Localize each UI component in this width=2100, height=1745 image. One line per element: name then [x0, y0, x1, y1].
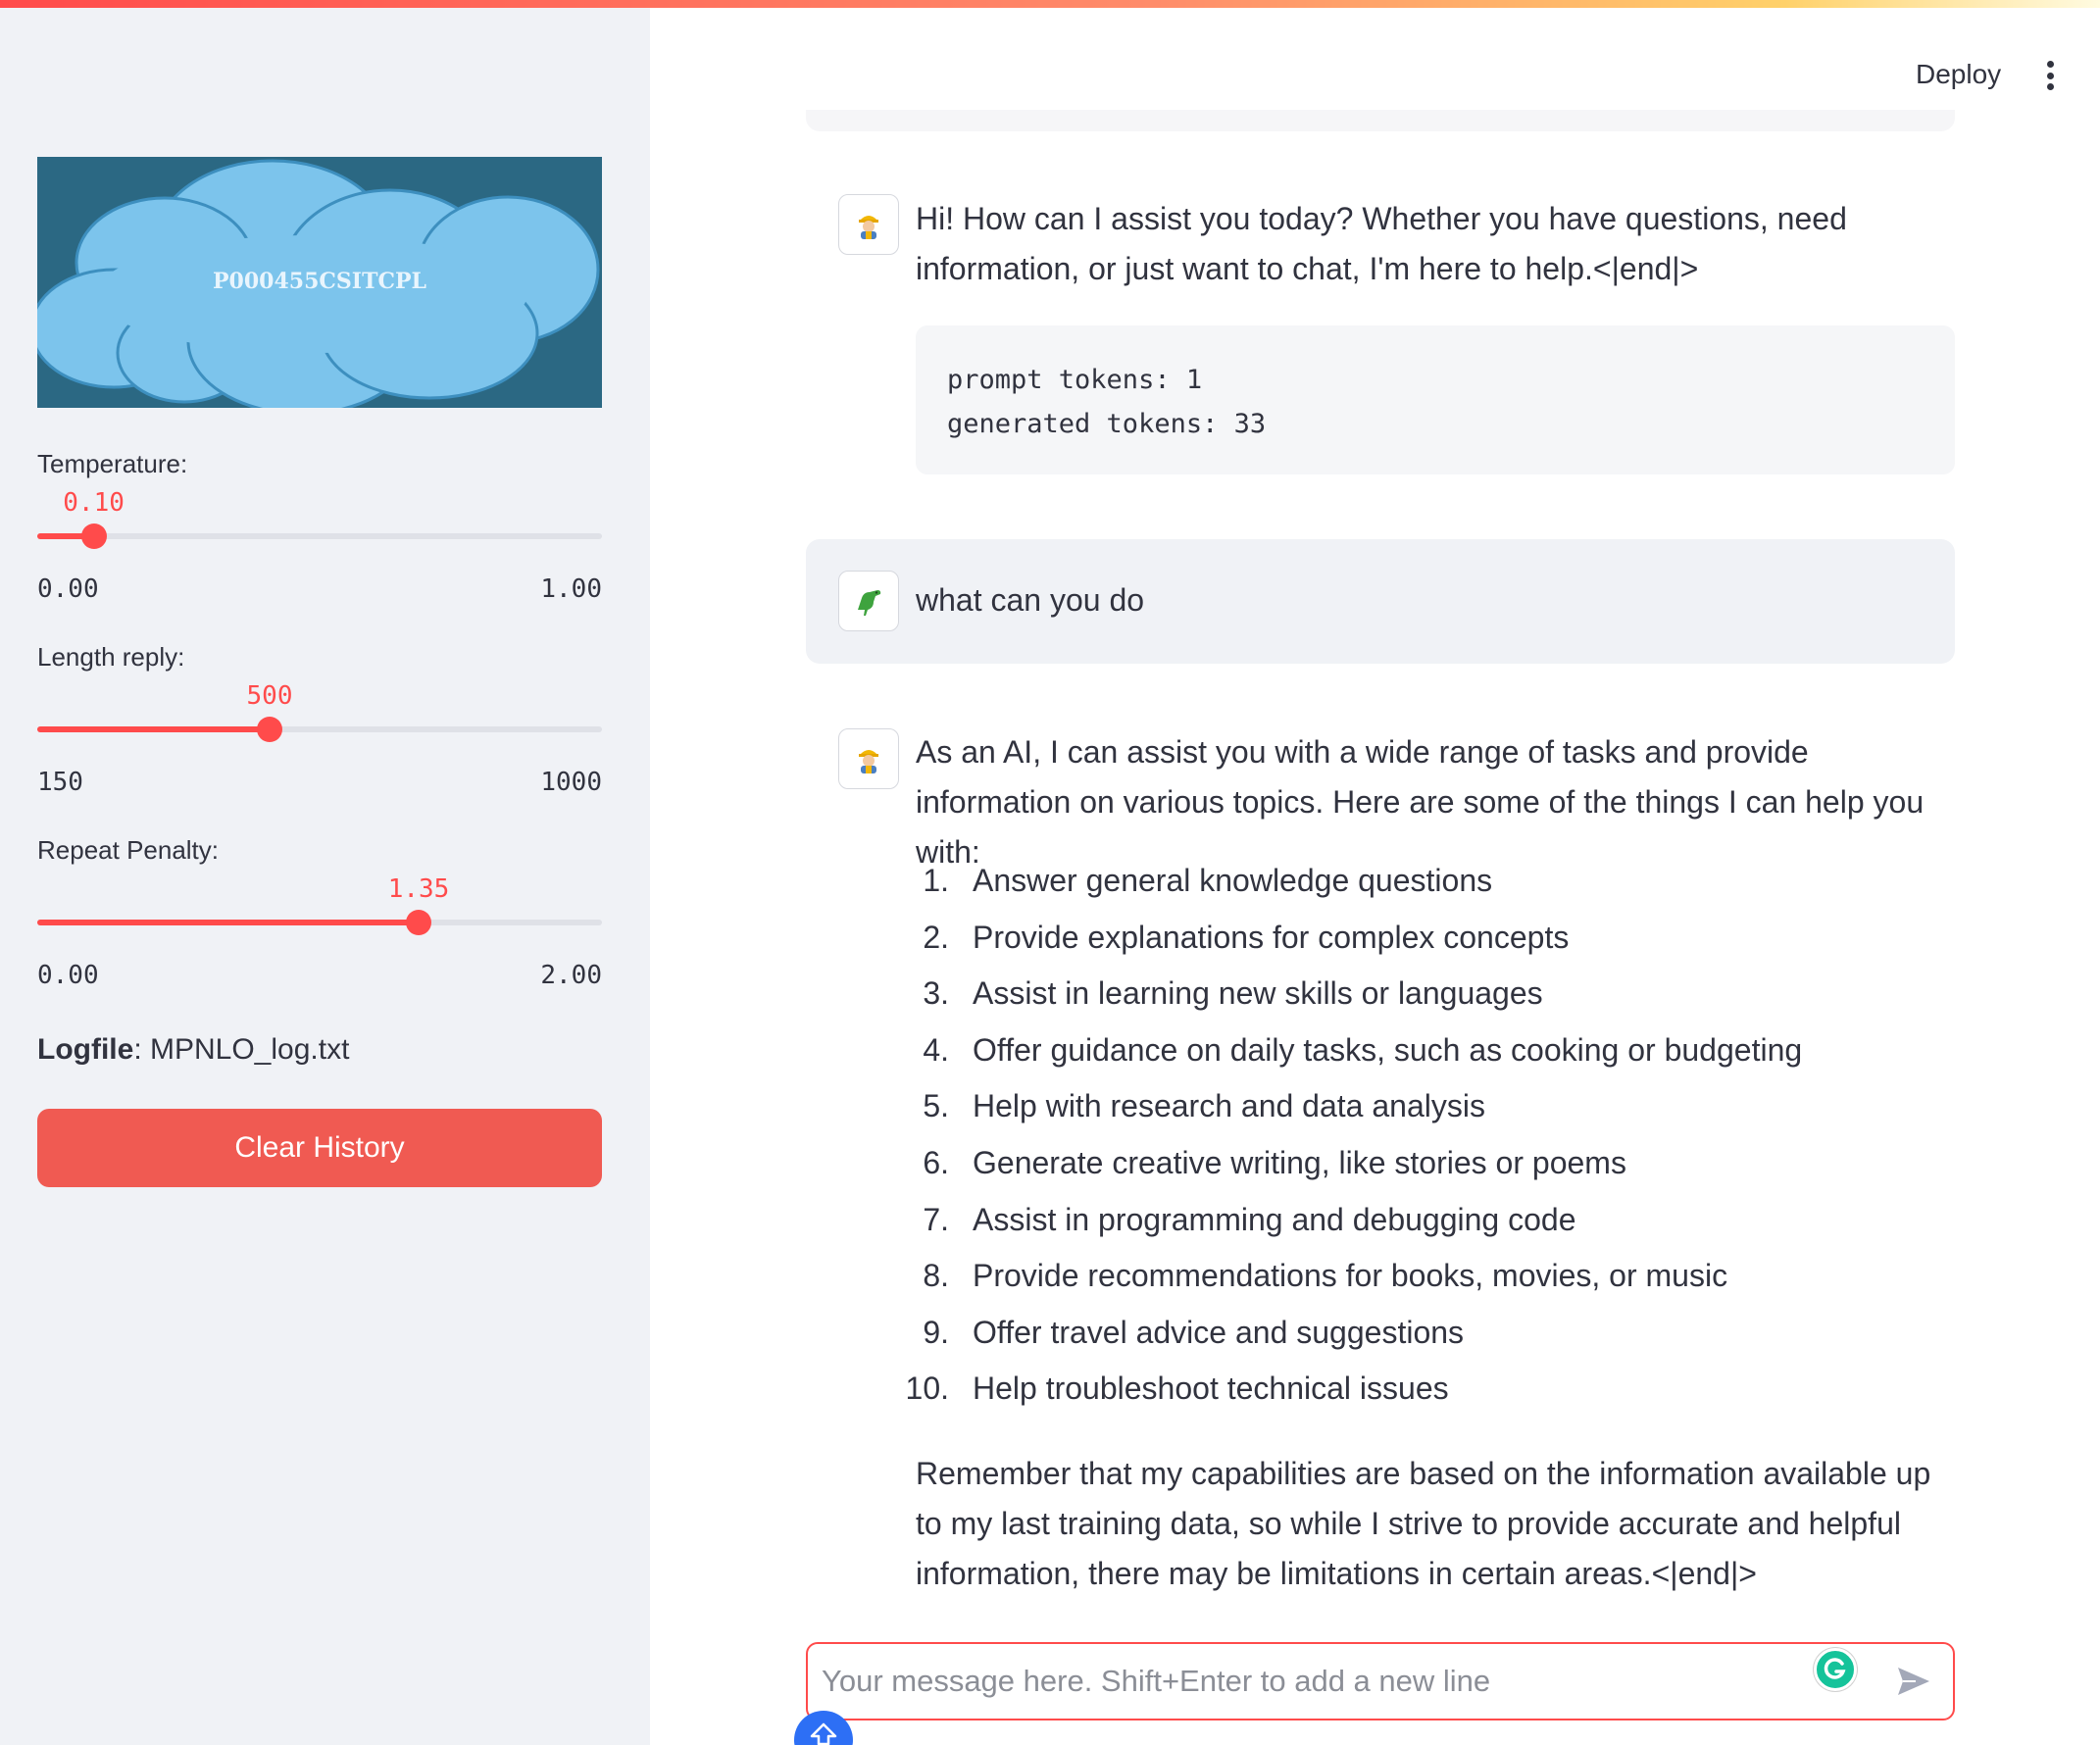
assistant-message-text: Hi! How can I assist you today? Whether …: [916, 201, 1847, 286]
temperature-label: Temperature:: [37, 449, 188, 478]
list-item: 9. Offer travel advice and suggestions: [923, 1314, 1465, 1350]
user-avatar-dinosaur-icon: [838, 571, 899, 631]
length-reply-label: Length reply:: [37, 642, 185, 672]
list-item: 5. Help with research and data analysis: [923, 1088, 1485, 1124]
temperature-max: 1.00: [540, 574, 602, 604]
grammarly-icon[interactable]: [1814, 1648, 1857, 1691]
repeat-penalty-slider-thumb[interactable]: [406, 910, 431, 935]
list-item: 3. Assist in learning new skills or langu…: [923, 975, 1543, 1012]
temperature-slider-track[interactable]: [37, 533, 602, 539]
temperature-min: 0.00: [37, 574, 99, 604]
clear-history-button[interactable]: Clear History: [37, 1109, 602, 1187]
chat-message-input[interactable]: [822, 1644, 1802, 1719]
token-stats-code-block: prompt tokens: 1 generated tokens: 33: [916, 325, 1955, 474]
list-item: 1. Answer general knowledge questions: [923, 863, 1493, 898]
chat-input-container: [806, 1642, 1955, 1720]
send-icon[interactable]: [1894, 1662, 1933, 1701]
repeat-penalty-max: 2.00: [540, 961, 602, 990]
logo-text: P000455CSITCPL: [213, 269, 426, 294]
length-reply-slider-thumb[interactable]: [257, 717, 282, 742]
logfile-name: : MPNLO_log.txt: [133, 1033, 350, 1066]
assistant-avatar-icon: [838, 194, 899, 255]
more-menu-icon[interactable]: [2039, 59, 2061, 92]
scroll-up-icon[interactable]: [794, 1711, 853, 1745]
list-item: 8. Provide recommendations for books, mov…: [923, 1258, 1728, 1294]
list-item: 7. Assist in programming and debugging co…: [923, 1201, 1576, 1237]
logo-image: P000455CSITCPL: [37, 157, 602, 408]
list-item: 10. Help troubleshoot technical issues: [905, 1371, 1449, 1407]
deploy-button[interactable]: Deploy: [1916, 59, 2001, 90]
length-reply-slider-fill: [37, 726, 270, 732]
repeat-penalty-min: 0.00: [37, 961, 99, 990]
temperature-slider-thumb[interactable]: [80, 524, 107, 549]
logfile-label: Logfile: [37, 1033, 134, 1066]
user-message-text: what can you do: [916, 582, 1145, 618]
length-reply-value: 500: [246, 681, 293, 711]
list-item: 4. Offer guidance on daily tasks, such as…: [923, 1031, 1803, 1068]
repeat-penalty-value: 1.35: [387, 874, 450, 904]
length-reply-slider-track[interactable]: [37, 726, 602, 732]
list-item: 6. Generate creative writing, like storie…: [923, 1144, 1626, 1180]
assistant-avatar-icon: [838, 728, 899, 789]
repeat-penalty-slider-track[interactable]: [37, 920, 602, 925]
length-reply-max: 1000: [540, 768, 602, 797]
logfile-info: Logfile: MPNLO_log.txt: [37, 1033, 349, 1067]
temperature-value: 0.10: [63, 488, 125, 518]
sidebar: P000455CSITCPL Temperature: 0.10 0.00 1.…: [0, 8, 650, 1745]
list-item: 2. Provide explanations for complex conce…: [923, 919, 1570, 955]
repeat-penalty-slider-fill: [37, 920, 419, 925]
repeat-penalty-label: Repeat Penalty:: [37, 835, 220, 865]
top-decoration-bar: [0, 0, 2100, 8]
length-reply-min: 150: [37, 768, 83, 797]
assistant-message-outro: Remember that my capabilities are based …: [916, 1456, 1931, 1591]
capabilities-list: 1. Answer general knowledge questions 2. P…: [905, 853, 1803, 1418]
previous-message-edge: [806, 110, 1955, 131]
